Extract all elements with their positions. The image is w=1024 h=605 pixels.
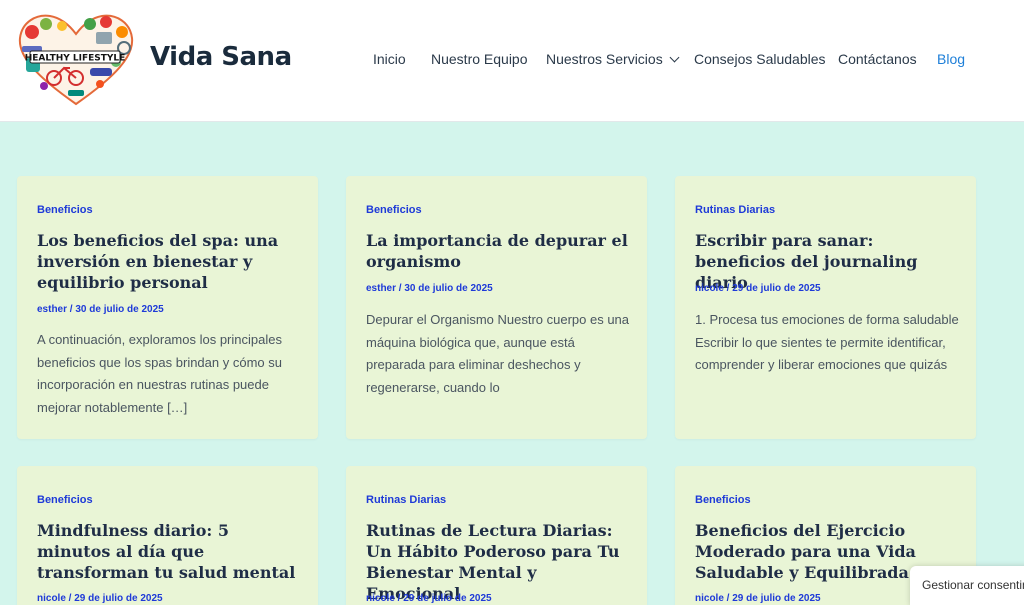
heart-logo-icon: HEALTHY LIFESTYLE: [18, 14, 134, 106]
nav-nuestros-servicios[interactable]: Nuestros Servicios: [546, 51, 680, 67]
post-card: Rutinas Diarias Rutinas de Lectura Diari…: [346, 466, 647, 605]
nav-inicio[interactable]: Inicio: [373, 51, 406, 67]
nav-nuestros-servicios-label: Nuestros Servicios: [546, 51, 663, 67]
post-card: Beneficios Los beneficios del spa: una i…: [17, 176, 318, 439]
post-excerpt: 1. Procesa tus emociones de forma saluda…: [695, 312, 959, 372]
post-card: Beneficios La importancia de depurar el …: [346, 176, 647, 439]
nav-consejos-saludables[interactable]: Consejos Saludables: [694, 51, 826, 67]
post-category[interactable]: Beneficios: [366, 204, 422, 216]
logo-text: HEALTHY LIFESTYLE: [25, 54, 126, 64]
nav-blog[interactable]: Blog: [937, 51, 965, 67]
post-meta[interactable]: nicole / 29 de julio de 2025: [695, 283, 821, 294]
post-category[interactable]: Rutinas Diarias: [366, 494, 446, 506]
post-title[interactable]: Rutinas de Lectura Diarias: Un Hábito Po…: [366, 520, 628, 604]
post-meta[interactable]: nicole / 29 de julio de 2025: [695, 593, 821, 604]
site-header: HEALTHY LIFESTYLE Vida Sana Inicio Nuest…: [0, 0, 1024, 122]
post-meta[interactable]: nicole / 29 de julio de 2025: [37, 593, 163, 604]
nav-nuestro-equipo[interactable]: Nuestro Equipo: [431, 51, 528, 67]
post-category[interactable]: Rutinas Diarias: [695, 204, 775, 216]
post-card: Rutinas Diarias Escribir para sanar: ben…: [675, 176, 976, 439]
post-card: Beneficios Mindfulness diario: 5 minutos…: [17, 466, 318, 605]
post-category[interactable]: Beneficios: [37, 204, 93, 216]
site-logo[interactable]: HEALTHY LIFESTYLE: [16, 12, 136, 108]
post-category[interactable]: Beneficios: [695, 494, 751, 506]
nav-contactanos[interactable]: Contáctanos: [838, 51, 917, 67]
consent-tab[interactable]: Gestionar consentimiento: [910, 566, 1024, 605]
post-category[interactable]: Beneficios: [37, 494, 93, 506]
post-meta[interactable]: esther / 30 de julio de 2025: [37, 304, 164, 315]
site-title[interactable]: Vida Sana: [150, 42, 292, 72]
post-title[interactable]: Los beneficios del spa: una inversión en…: [37, 230, 299, 293]
post-excerpt: Depurar el Organismo Nuestro cuerpo es u…: [366, 312, 630, 395]
post-title[interactable]: Mindfulness diario: 5 minutos al día que…: [37, 520, 299, 583]
post-meta[interactable]: nicole / 29 de julio de 2025: [366, 593, 492, 604]
post-excerpt: A continuación, exploramos los principal…: [37, 332, 282, 415]
post-meta[interactable]: esther / 30 de julio de 2025: [366, 283, 493, 294]
post-title[interactable]: La importancia de depurar el organismo: [366, 230, 628, 272]
chevron-down-icon: [669, 52, 680, 63]
